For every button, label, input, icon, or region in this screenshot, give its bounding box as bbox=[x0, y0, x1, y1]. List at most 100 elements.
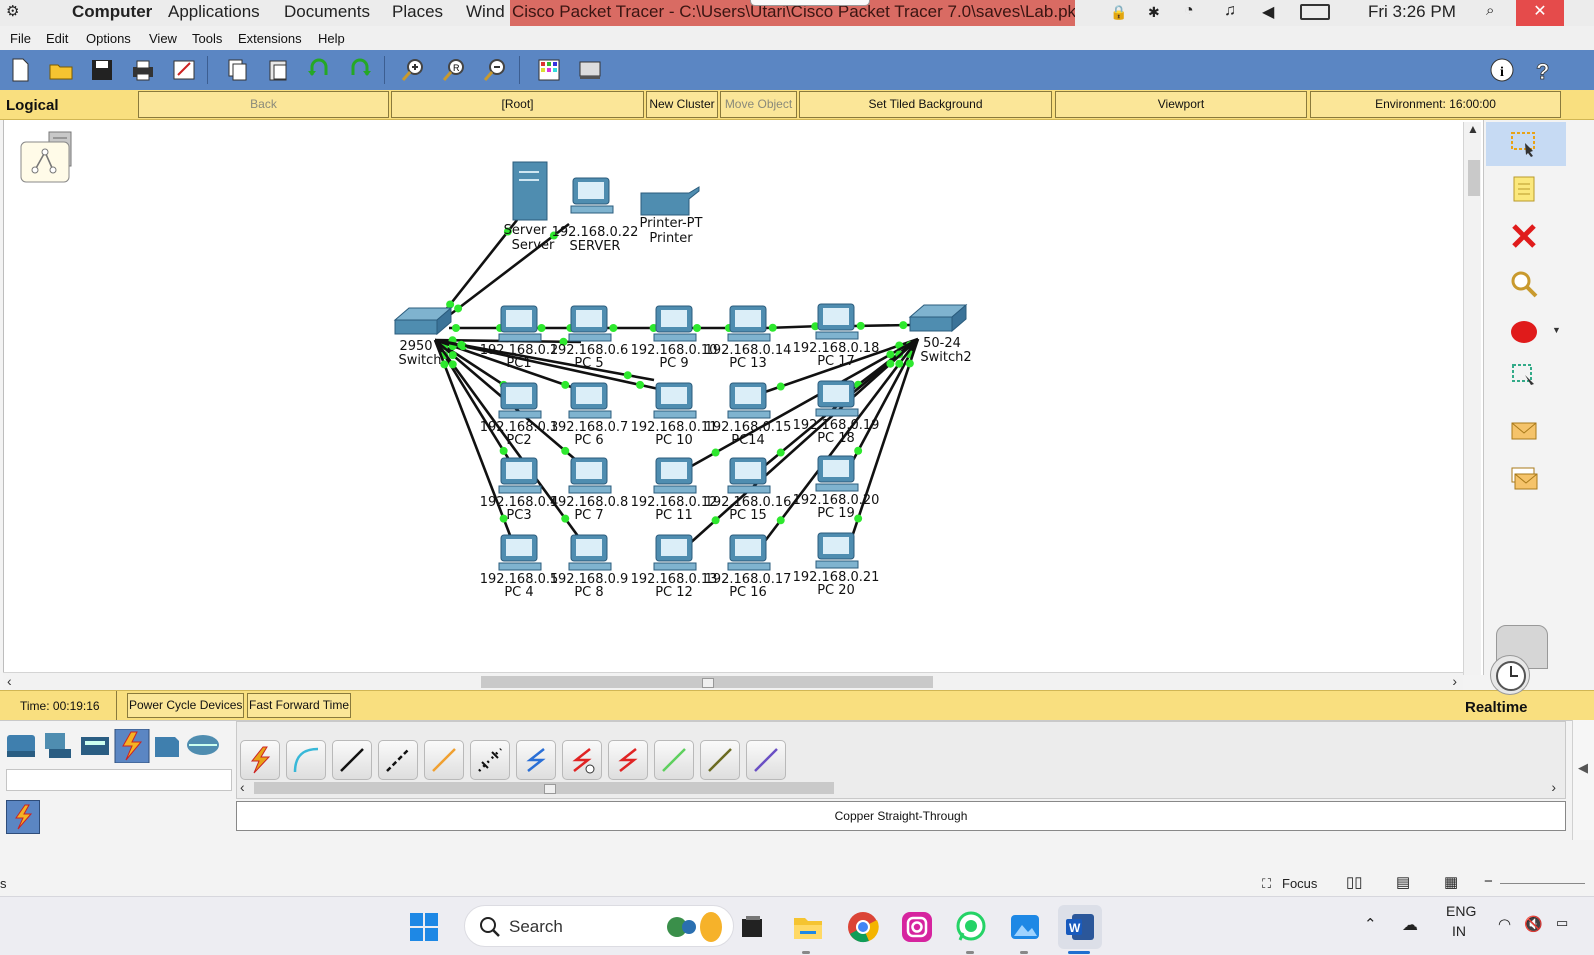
console-cable-icon[interactable] bbox=[286, 740, 326, 780]
pc-4[interactable] bbox=[727, 305, 771, 342]
open-folder-icon[interactable] bbox=[46, 55, 76, 85]
zoom-icon[interactable]: ⌕ bbox=[1486, 2, 1494, 19]
menu-edit[interactable]: Edit bbox=[46, 31, 68, 46]
zoom-out-button[interactable]: − bbox=[1484, 873, 1493, 890]
pc-11[interactable] bbox=[498, 457, 542, 494]
zoom-out-icon[interactable] bbox=[480, 55, 510, 85]
back-button[interactable]: Back bbox=[138, 91, 389, 118]
bluetooth-icon[interactable]: ✱ bbox=[1148, 4, 1160, 21]
connections-subcategory-icon[interactable] bbox=[6, 800, 40, 834]
pc-8[interactable] bbox=[653, 382, 697, 419]
miscellaneous-icon[interactable] bbox=[155, 737, 179, 757]
wifi-icon[interactable]: ◔ bbox=[1184, 2, 1194, 20]
network-topology[interactable]: 192.168.0.2PC1192.168.0.6PC 5192.168.0.1… bbox=[4, 120, 1464, 675]
palette-icon[interactable] bbox=[534, 55, 564, 85]
window-close-button[interactable]: ✕ bbox=[1516, 0, 1564, 26]
language-code[interactable]: ENG bbox=[1446, 903, 1476, 919]
volume-icon[interactable]: ◀ bbox=[1262, 2, 1274, 22]
menu-options[interactable]: Options bbox=[86, 31, 131, 46]
windows-start-icon[interactable] bbox=[406, 909, 442, 945]
battery-icon[interactable] bbox=[1300, 4, 1330, 20]
octal-cable-icon[interactable] bbox=[654, 740, 694, 780]
pc-20[interactable] bbox=[815, 532, 859, 569]
undo-icon[interactable] bbox=[304, 55, 334, 85]
instagram-icon[interactable] bbox=[899, 909, 935, 945]
cable-scroll-left-icon[interactable]: ‹ bbox=[240, 779, 245, 795]
file-explorer-icon[interactable] bbox=[790, 909, 826, 945]
realtime-clock-icon[interactable] bbox=[1490, 655, 1530, 695]
straight-through-cable-icon[interactable] bbox=[332, 740, 372, 780]
serial-dte-cable-icon[interactable] bbox=[608, 740, 648, 780]
network-link[interactable] bbox=[433, 339, 515, 544]
pc-1[interactable] bbox=[498, 305, 542, 342]
pc-18[interactable] bbox=[653, 534, 697, 571]
wifi-tray-icon[interactable]: ◠ bbox=[1498, 915, 1511, 933]
focus-icon[interactable]: ⛶ bbox=[1262, 876, 1271, 892]
multiuser-icon[interactable] bbox=[187, 735, 219, 755]
language-region[interactable]: IN bbox=[1452, 923, 1466, 939]
workspace-horizontal-scrollbar[interactable]: ‹ › bbox=[3, 672, 1463, 690]
word-icon[interactable]: W bbox=[1058, 905, 1102, 949]
os-menu-documents[interactable]: Documents bbox=[284, 2, 370, 22]
server-pc[interactable] bbox=[570, 177, 614, 214]
coaxial-cable-icon[interactable] bbox=[516, 740, 556, 780]
chrome-icon[interactable] bbox=[845, 909, 881, 945]
paste-icon[interactable] bbox=[263, 55, 293, 85]
os-menu-computer[interactable]: Computer bbox=[72, 2, 152, 22]
zoom-slider[interactable] bbox=[1500, 883, 1585, 884]
menu-tools[interactable]: Tools bbox=[192, 31, 222, 46]
os-menu-applications[interactable]: Applications bbox=[168, 2, 260, 22]
components-icon[interactable] bbox=[81, 737, 109, 755]
pc-19[interactable] bbox=[727, 534, 771, 571]
new-file-icon[interactable] bbox=[5, 55, 35, 85]
pc-16[interactable] bbox=[498, 534, 542, 571]
web-layout-icon[interactable]: ▦ bbox=[1444, 873, 1458, 891]
activity-wizard-icon[interactable] bbox=[169, 55, 199, 85]
menu-extensions[interactable]: Extensions bbox=[238, 31, 302, 46]
taskbar-search[interactable]: Search bbox=[464, 905, 734, 947]
environment-button[interactable]: Environment: 16:00:00 bbox=[1310, 91, 1561, 118]
realtime-mode-label[interactable]: Realtime bbox=[1465, 699, 1528, 716]
save-icon[interactable] bbox=[87, 55, 117, 85]
automatic-cable-icon[interactable] bbox=[240, 740, 280, 780]
os-menu-places[interactable]: Places bbox=[392, 2, 443, 22]
set-tiled-background-button[interactable]: Set Tiled Background bbox=[799, 91, 1052, 118]
iot-custom-cable-icon[interactable] bbox=[700, 740, 740, 780]
copy-icon[interactable] bbox=[222, 55, 252, 85]
onedrive-icon[interactable]: ☁ bbox=[1402, 915, 1418, 935]
add-complex-pdu-icon[interactable] bbox=[1504, 458, 1544, 498]
os-clock[interactable]: Fri 3:26 PM bbox=[1368, 2, 1456, 22]
pc-17[interactable] bbox=[568, 534, 612, 571]
horizontal-scroll-thumb[interactable] bbox=[481, 676, 933, 688]
music-icon[interactable]: ♫ bbox=[1224, 2, 1236, 20]
zoom-reset-icon[interactable]: R bbox=[439, 55, 469, 85]
pc-7[interactable] bbox=[568, 382, 612, 419]
delete-icon[interactable] bbox=[1504, 216, 1544, 256]
custom-device-icon[interactable] bbox=[575, 55, 605, 85]
power-cycle-devices-button[interactable]: Power Cycle Devices bbox=[127, 693, 245, 718]
scroll-left-icon[interactable]: ‹ bbox=[7, 673, 12, 689]
phone-cable-icon[interactable] bbox=[470, 740, 510, 780]
fiber-cable-icon[interactable] bbox=[424, 740, 464, 780]
panel-collapse-toggle[interactable]: ◀ bbox=[1572, 720, 1594, 840]
focus-button[interactable]: Focus bbox=[1282, 876, 1317, 891]
pc-5[interactable] bbox=[815, 303, 859, 340]
scroll-right-icon[interactable]: › bbox=[1452, 673, 1457, 689]
workspace-vertical-scrollbar[interactable]: ▲ bbox=[1463, 122, 1481, 675]
print-icon[interactable] bbox=[128, 55, 158, 85]
new-cluster-button[interactable]: New Cluster bbox=[646, 91, 718, 118]
menu-file[interactable]: File bbox=[10, 31, 31, 46]
show-hidden-icons-icon[interactable]: ⌃ bbox=[1364, 915, 1377, 933]
server-tower[interactable] bbox=[512, 161, 548, 221]
cable-scroll-right-icon[interactable]: › bbox=[1551, 779, 1556, 795]
device-search-field[interactable] bbox=[6, 769, 232, 791]
resize-icon[interactable] bbox=[1504, 356, 1544, 396]
pc-12[interactable] bbox=[568, 457, 612, 494]
crossover-cable-icon[interactable] bbox=[378, 740, 418, 780]
weather-widget-icon[interactable] bbox=[661, 910, 725, 944]
cable-scroll-thumb[interactable] bbox=[254, 782, 834, 794]
battery-tray-icon[interactable]: ▭ bbox=[1556, 915, 1568, 931]
end-devices-icon[interactable] bbox=[45, 733, 71, 758]
root-button[interactable]: [Root] bbox=[391, 91, 644, 118]
pc-9[interactable] bbox=[727, 382, 771, 419]
